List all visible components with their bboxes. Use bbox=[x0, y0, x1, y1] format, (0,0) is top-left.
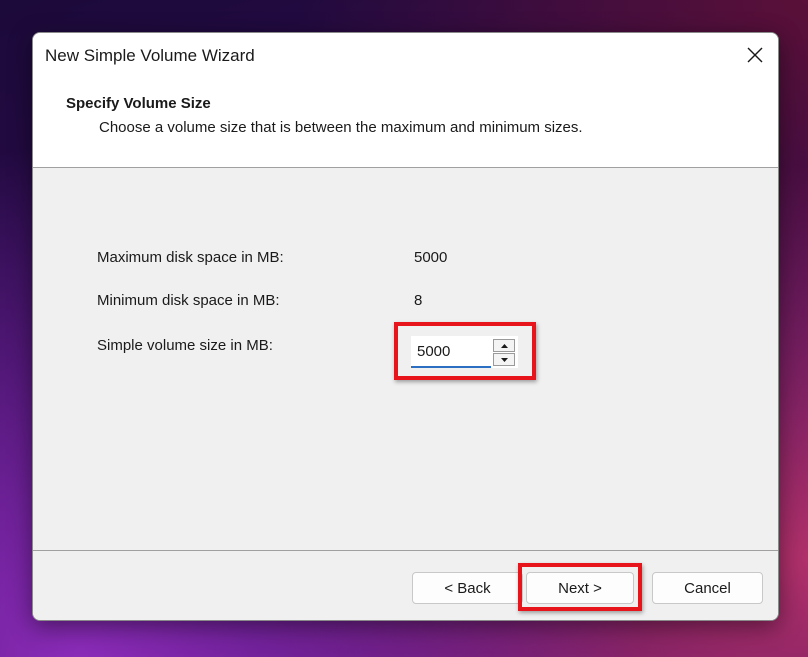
page-title: Specify Volume Size bbox=[66, 95, 211, 112]
wizard-dialog: New Simple Volume Wizard Specify Volume … bbox=[32, 32, 779, 621]
spin-buttons bbox=[491, 336, 518, 368]
volume-size-label: Simple volume size in MB: bbox=[97, 337, 273, 354]
max-disk-space-value: 5000 bbox=[414, 249, 448, 266]
title-bar: New Simple Volume Wizard bbox=[33, 33, 778, 81]
back-button[interactable]: < Back bbox=[412, 572, 523, 604]
wizard-footer: < Back Next > Cancel bbox=[33, 551, 778, 620]
close-button[interactable] bbox=[732, 33, 778, 77]
arrow-down-icon bbox=[500, 357, 508, 362]
cancel-button[interactable]: Cancel bbox=[652, 572, 763, 604]
arrow-up-icon bbox=[500, 343, 508, 348]
window-title: New Simple Volume Wizard bbox=[45, 46, 255, 65]
min-disk-space-label: Minimum disk space in MB: bbox=[97, 292, 280, 309]
max-disk-space-label: Maximum disk space in MB: bbox=[97, 249, 284, 266]
next-button[interactable]: Next > bbox=[526, 572, 634, 604]
wizard-header: Specify Volume Size Choose a volume size… bbox=[33, 81, 778, 168]
volume-size-input[interactable] bbox=[411, 336, 491, 368]
wizard-content: Maximum disk space in MB: 5000 Minimum d… bbox=[33, 168, 778, 550]
spin-down-button[interactable] bbox=[493, 353, 515, 366]
close-icon bbox=[747, 47, 763, 63]
min-disk-space-value: 8 bbox=[414, 292, 423, 309]
page-subtitle: Choose a volume size that is between the… bbox=[99, 119, 583, 136]
spin-up-button[interactable] bbox=[493, 339, 515, 352]
volume-size-stepper[interactable] bbox=[411, 336, 519, 369]
